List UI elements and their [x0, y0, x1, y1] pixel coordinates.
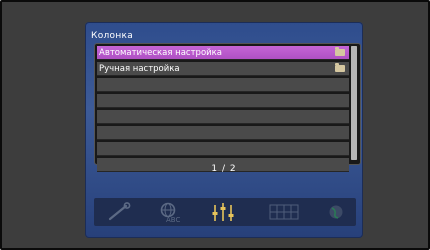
menu-item-label: Ручная настройка [99, 64, 180, 74]
grid-icon[interactable] [262, 199, 306, 225]
wrench-icon[interactable] [96, 199, 140, 225]
menu-item-empty [97, 110, 349, 124]
scrollbar[interactable] [351, 46, 357, 160]
svg-text:ABC: ABC [166, 216, 180, 224]
scrollbar-thumb[interactable] [351, 46, 357, 160]
menu-list: Автоматическая настройка Ручная настройк… [97, 46, 349, 172]
menu-item-manual-setup[interactable]: Ручная настройка [97, 62, 349, 76]
language-abc-icon[interactable]: ABC [148, 199, 192, 225]
menu-item-empty [97, 142, 349, 156]
folder-icon [335, 63, 345, 72]
page-indicator: 1 / 2 [211, 164, 237, 174]
equalizer-icon[interactable] [201, 199, 245, 225]
menu-item-label: Автоматическая настройка [99, 48, 223, 58]
menu-item-empty [97, 126, 349, 140]
menu-title: Колонка [91, 31, 134, 41]
menu-item-empty [97, 94, 349, 108]
globe-icon[interactable] [314, 199, 358, 225]
menu-item-empty [97, 78, 349, 92]
folder-icon [335, 47, 345, 56]
menu-item-auto-setup[interactable]: Автоматическая настройка [97, 46, 349, 60]
